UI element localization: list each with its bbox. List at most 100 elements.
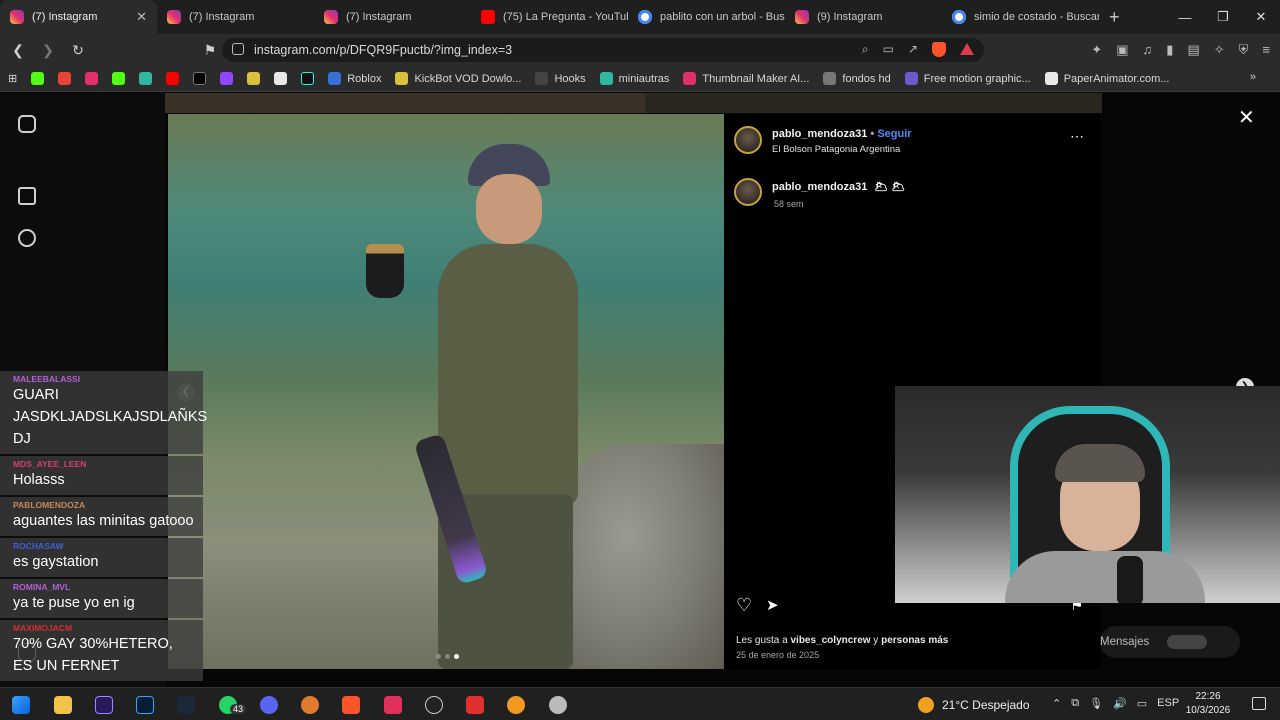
close-window-icon[interactable]: ✕ bbox=[1242, 0, 1280, 34]
post-image[interactable] bbox=[168, 114, 724, 669]
x-icon[interactable] bbox=[193, 72, 207, 85]
instagram-icon bbox=[167, 10, 181, 24]
instagram-bookmark-icon[interactable] bbox=[85, 72, 99, 85]
bookmarks-bar: ⊞ Roblox KickBot VOD Dowlo... Hooks mini… bbox=[0, 66, 1280, 92]
twitch-icon[interactable] bbox=[220, 72, 234, 85]
messages-button[interactable]: Mensajes bbox=[1100, 626, 1240, 658]
mic-icon[interactable]: 🎙 bbox=[1089, 697, 1103, 710]
caption-avatar[interactable] bbox=[734, 178, 762, 206]
cast-icon[interactable]: ▭ bbox=[883, 42, 894, 57]
back-icon[interactable]: ❮ bbox=[6, 38, 30, 62]
tab-youtube[interactable]: (75) La Pregunta - YouTub bbox=[471, 0, 628, 34]
sidebar-icon[interactable]: ▮ bbox=[1166, 42, 1173, 58]
more-dots-icon[interactable]: ⋯ bbox=[1070, 128, 1084, 145]
discord-icon[interactable] bbox=[260, 696, 278, 714]
apps-icon[interactable]: ⊞ bbox=[8, 72, 17, 85]
weather-icon bbox=[918, 697, 934, 713]
caption-username[interactable]: pablo_mendoza31 bbox=[772, 181, 867, 193]
bookmark-kickbot[interactable]: KickBot VOD Dowlo... bbox=[395, 72, 521, 85]
bookmark-paperanimator[interactable]: PaperAnimator.com... bbox=[1044, 72, 1170, 85]
share-icon[interactable]: ↗ bbox=[908, 42, 918, 57]
tray-app-icon[interactable]: ⧉ bbox=[1071, 697, 1079, 710]
tab-instagram-4[interactable]: (9) Instagram bbox=[785, 0, 942, 34]
start-icon[interactable] bbox=[12, 696, 30, 714]
tab-instagram-3[interactable]: (7) Instagram bbox=[314, 0, 471, 34]
share-post-icon[interactable]: ➤ bbox=[766, 596, 779, 614]
obs-icon[interactable] bbox=[425, 696, 443, 714]
premiere-icon[interactable] bbox=[95, 696, 113, 714]
bookmark-miniautras[interactable]: miniautras bbox=[599, 72, 669, 85]
minimize-icon[interactable]: — bbox=[1166, 0, 1204, 34]
steam-icon[interactable] bbox=[177, 696, 195, 714]
music-icon[interactable]: ♫ bbox=[1143, 42, 1153, 58]
tray-expand-icon[interactable]: ⌃ bbox=[1052, 697, 1061, 710]
address-bar[interactable]: instagram.com/p/DFQR9Fpuctb/?img_index=3… bbox=[222, 38, 984, 62]
bookmark-fondos[interactable]: fondos hd bbox=[823, 72, 891, 85]
site-settings-icon[interactable] bbox=[232, 43, 244, 55]
home-icon[interactable] bbox=[18, 187, 36, 205]
wallet-icon[interactable]: ▤ bbox=[1187, 42, 1199, 58]
more-bookmarks-icon[interactable]: » bbox=[1250, 71, 1256, 83]
tiktok-icon[interactable] bbox=[301, 72, 315, 85]
leo-ai-icon[interactable]: ✧ bbox=[1214, 42, 1225, 58]
like-icon[interactable]: ♡ bbox=[736, 595, 752, 616]
bookmark-roblox[interactable]: Roblox bbox=[328, 72, 381, 85]
tab-google-1[interactable]: pablito con un arbol - Bus bbox=[628, 0, 785, 34]
zoom-icon[interactable]: ⌕ bbox=[862, 42, 869, 57]
notifications-icon[interactable] bbox=[1252, 697, 1266, 710]
webcam-overlay bbox=[895, 386, 1280, 603]
streaming-app-icon[interactable] bbox=[466, 696, 484, 714]
new-tab-button[interactable]: + bbox=[1099, 7, 1130, 28]
liked-by-user[interactable]: vibes_colyncrew bbox=[790, 635, 870, 646]
torso bbox=[438, 244, 578, 504]
follow-button[interactable]: Seguir bbox=[877, 128, 911, 140]
language-indicator[interactable]: ESP bbox=[1157, 697, 1179, 710]
network-icon[interactable]: ▭ bbox=[1137, 697, 1147, 710]
close-tab-icon[interactable]: ✕ bbox=[136, 9, 147, 25]
file-explorer-icon[interactable] bbox=[54, 696, 72, 714]
brave-taskbar-icon[interactable] bbox=[342, 696, 360, 714]
misc-bookmark-icon[interactable] bbox=[247, 72, 261, 85]
photoshop-icon[interactable] bbox=[136, 696, 154, 714]
settings-icon[interactable] bbox=[549, 696, 567, 714]
author-avatar[interactable] bbox=[734, 126, 762, 154]
forward-icon[interactable]: ❯ bbox=[36, 38, 60, 62]
app-icon[interactable] bbox=[301, 696, 319, 714]
brave-shields-icon[interactable] bbox=[932, 42, 946, 57]
liked-by-others[interactable]: personas más bbox=[881, 635, 948, 646]
extensions-icon[interactable]: ✦ bbox=[1091, 42, 1102, 58]
reload-icon[interactable]: ↻ bbox=[66, 38, 90, 62]
carousel-dot bbox=[436, 654, 441, 659]
brave-rewards-icon[interactable] bbox=[960, 43, 974, 55]
instagram-logo-icon[interactable] bbox=[18, 115, 36, 133]
bookmark-thumbnail-maker[interactable]: Thumbnail Maker AI... bbox=[683, 72, 809, 85]
kick-icon-2[interactable] bbox=[112, 72, 126, 85]
post-header-user: pablo_mendoza31 • Seguir bbox=[772, 128, 912, 140]
explore-icon[interactable] bbox=[18, 229, 36, 247]
tiktok-taskbar-icon[interactable] bbox=[384, 696, 402, 714]
close-post-icon[interactable]: ✕ bbox=[1238, 105, 1255, 130]
post-location[interactable]: El Bolson Patagonia Argentina bbox=[772, 144, 900, 155]
system-clock[interactable]: 22:26 10/3/2026 bbox=[1180, 690, 1236, 718]
youtube-bookmark-icon[interactable] bbox=[166, 72, 180, 85]
screenshot-icon[interactable]: ▣ bbox=[1116, 42, 1128, 58]
extension-bookmark-icon[interactable] bbox=[139, 72, 153, 85]
person-figure bbox=[413, 144, 598, 669]
volume-icon[interactable]: 🔊 bbox=[1113, 697, 1127, 710]
tab-instagram-1[interactable]: (7) Instagram ✕ bbox=[0, 0, 157, 34]
bookmark-motion-graphics[interactable]: Free motion graphic... bbox=[904, 72, 1031, 85]
author-username[interactable]: pablo_mendoza31 bbox=[772, 128, 867, 140]
weather-widget[interactable]: 21°C Despejado bbox=[918, 697, 1030, 713]
vpn-icon[interactable]: ⛨ bbox=[1239, 42, 1249, 58]
kick-icon[interactable] bbox=[31, 72, 45, 85]
tab-instagram-2[interactable]: (7) Instagram bbox=[157, 0, 314, 34]
tab-google-2[interactable]: simio de costado - Buscar bbox=[942, 0, 1099, 34]
caption-time: 58 sem bbox=[774, 199, 804, 209]
bookmark-hooks[interactable]: Hooks bbox=[535, 72, 586, 85]
maximize-icon[interactable]: ❐ bbox=[1204, 0, 1242, 34]
chatgpt-icon[interactable] bbox=[274, 72, 288, 85]
bookmark-page-icon[interactable]: ⚑ bbox=[198, 38, 222, 62]
fl-studio-icon[interactable] bbox=[507, 696, 525, 714]
gmail-icon[interactable] bbox=[58, 72, 72, 85]
menu-icon[interactable]: ≡ bbox=[1262, 42, 1270, 58]
